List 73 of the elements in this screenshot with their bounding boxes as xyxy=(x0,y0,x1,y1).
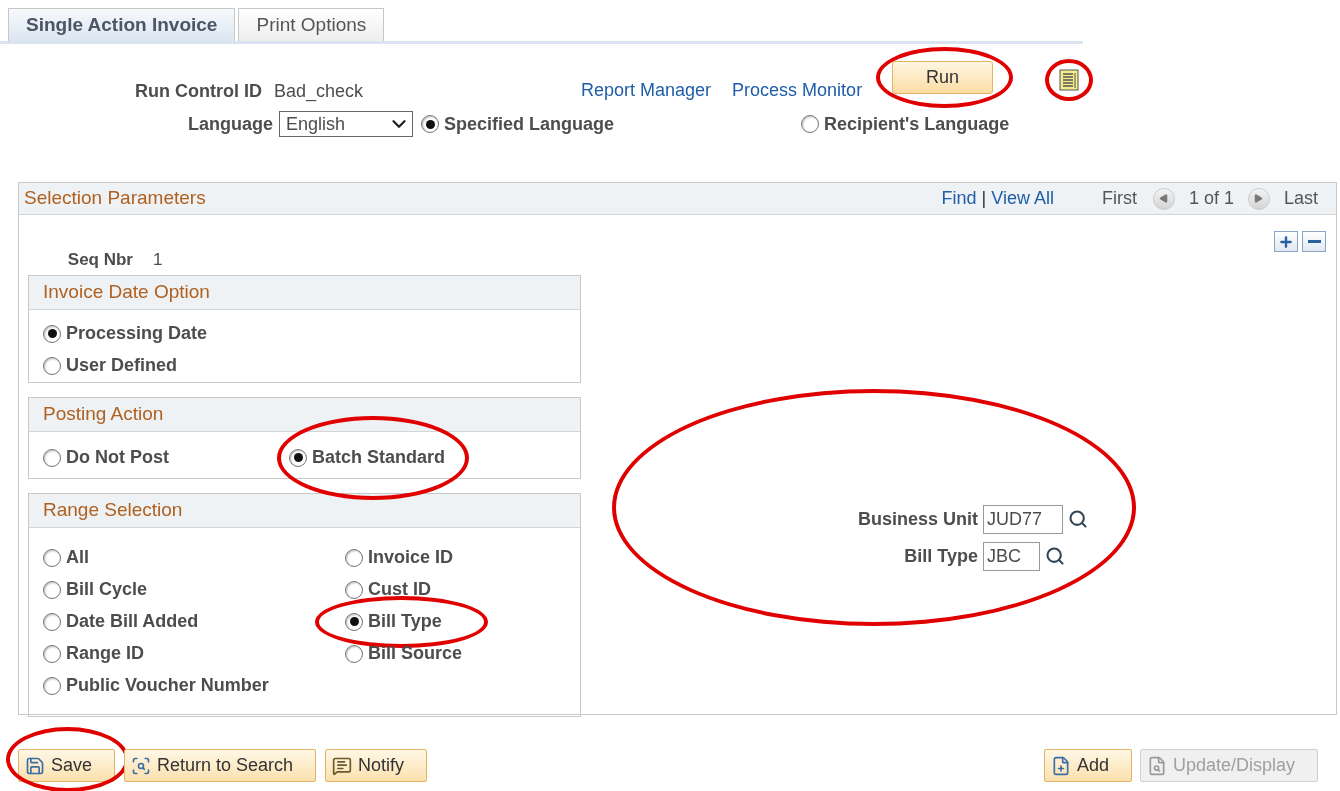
radio-button[interactable] xyxy=(43,324,61,343)
option-label: Do Not Post xyxy=(66,446,169,469)
radio-button[interactable] xyxy=(345,580,363,599)
field-value: Bad_check xyxy=(274,80,365,104)
view-all-link[interactable]: View All xyxy=(991,185,1054,212)
option-label: Bill Source xyxy=(368,642,463,665)
toolbar-button[interactable]: Notify xyxy=(325,749,428,782)
run-button[interactable]: Run xyxy=(892,61,994,94)
field-label: Language xyxy=(187,112,273,136)
find-link[interactable]: Find xyxy=(941,185,977,212)
option-label: Cust ID xyxy=(368,578,431,601)
right-arrow-icon xyxy=(1254,194,1264,203)
delete-row-button[interactable] xyxy=(1302,231,1326,252)
next-button[interactable] xyxy=(1247,187,1270,210)
radio-button[interactable] xyxy=(43,644,61,663)
first-label: First xyxy=(1101,187,1137,210)
field-label: Run Control ID xyxy=(134,80,262,103)
last-label: Last xyxy=(1283,187,1318,210)
option-label: Processing Date xyxy=(66,322,208,345)
report-icon xyxy=(1059,69,1080,91)
language-select[interactable]: English xyxy=(279,111,413,137)
option-label: All xyxy=(66,546,89,569)
input-field[interactable]: JUD77 xyxy=(983,504,1064,534)
tab[interactable]: Print Options xyxy=(238,8,385,41)
radio-button[interactable] xyxy=(801,115,819,133)
previous-button[interactable] xyxy=(1152,187,1175,210)
option-label: Batch Standard xyxy=(312,446,446,469)
option-label: Public Voucher Number xyxy=(66,674,269,697)
option-label: Invoice ID xyxy=(368,546,454,569)
radio-button[interactable] xyxy=(43,612,61,631)
toolbar-button[interactable]: Return to Search xyxy=(124,749,317,782)
radio-button[interactable] xyxy=(345,612,363,631)
option-label: Bill Cycle xyxy=(66,578,148,601)
link[interactable]: Process Monitor xyxy=(732,77,863,104)
field-label: Business Unit xyxy=(858,507,979,531)
message-icon xyxy=(332,755,353,776)
option-label: Bill Type xyxy=(368,610,442,633)
radio-button[interactable] xyxy=(289,448,307,467)
search-icon xyxy=(131,755,152,776)
option-label: Range ID xyxy=(66,642,144,665)
save-icon xyxy=(25,755,45,776)
option-label: Specified Language xyxy=(444,112,615,136)
radio-button[interactable] xyxy=(43,676,61,695)
group-title: Range Selection xyxy=(43,497,183,522)
page-count: 1 of 1 xyxy=(1188,187,1234,210)
field-value: 1 xyxy=(153,249,163,271)
search-icon[interactable] xyxy=(1045,546,1066,566)
left-arrow-icon xyxy=(1159,194,1169,203)
add-row-button[interactable] xyxy=(1274,231,1298,252)
field-label: Bill Type xyxy=(903,544,979,568)
option-label: Date Bill Added xyxy=(66,610,199,633)
radio-button[interactable] xyxy=(43,448,61,467)
radio-button[interactable] xyxy=(43,548,61,567)
option-label: User Defined xyxy=(66,354,178,377)
group-title: Invoice Date Option xyxy=(43,279,210,304)
radio-button[interactable] xyxy=(345,548,363,567)
search-icon[interactable] xyxy=(1068,509,1089,529)
toolbar-button[interactable]: Save xyxy=(18,749,116,782)
link[interactable]: Report Manager xyxy=(581,77,712,104)
input-field[interactable]: JBC xyxy=(983,541,1041,571)
toolbar-button[interactable]: Add xyxy=(1043,749,1132,782)
separator: | xyxy=(981,187,987,210)
plus-icon xyxy=(1278,233,1294,250)
field-label: Seq Nbr xyxy=(66,249,133,271)
group-title: Posting Action xyxy=(43,401,164,426)
panel-title: Selection Parameters xyxy=(24,186,206,211)
minus-icon xyxy=(1307,240,1321,243)
radio-button[interactable] xyxy=(43,580,61,599)
radio-button[interactable] xyxy=(43,356,61,375)
option-label: Recipient's Language xyxy=(824,112,1010,136)
radio-button[interactable] xyxy=(421,115,439,133)
tab[interactable]: Single Action Invoice xyxy=(8,8,236,41)
radio-button[interactable] xyxy=(345,644,363,663)
